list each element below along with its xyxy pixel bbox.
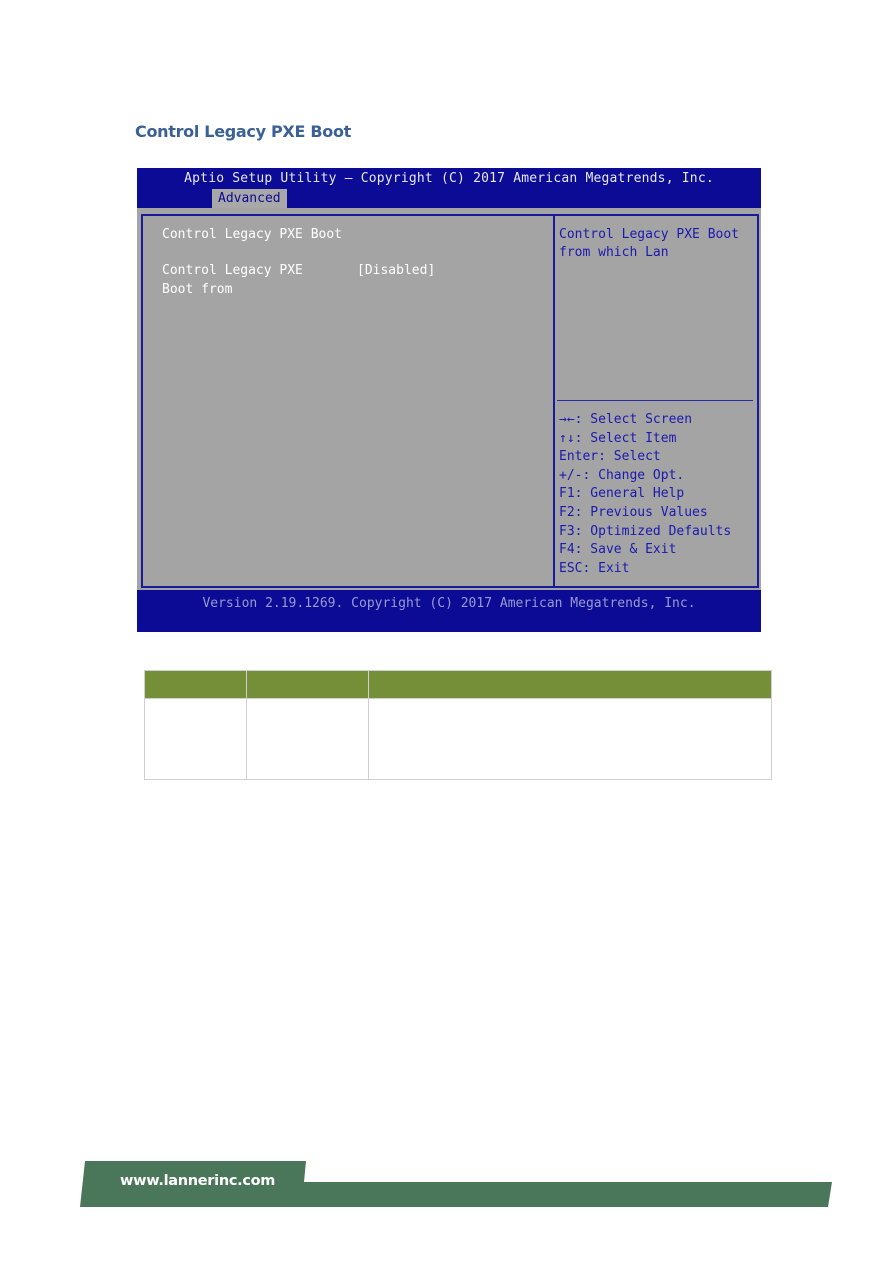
key-action: : Optimized Defaults [574,523,732,539]
key-action: : Select [598,449,661,465]
key-row-f3: F3: Optimized Defaults [559,523,731,542]
footer-url-link[interactable]: www.lannerinc.com [120,1173,275,1189]
key-row-enter: Enter: Select [559,448,731,467]
table-cell [368,698,772,780]
bios-title: Aptio Setup Utility – Copyright (C) 2017… [184,171,714,186]
key-row-select-screen: →←: Select Screen [559,411,731,430]
key-row-change-opt: +/-: Change Opt. [559,467,731,486]
table-header [144,670,247,699]
setting-label[interactable]: Control Legacy PXE [162,262,303,280]
key-action: : Change Opt. [582,467,685,483]
key-action: : Exit [582,560,630,576]
key-action: : Previous Values [574,504,708,520]
key-action: : Save & Exit [574,542,677,558]
key-row-select-item: ↑↓: Select Item [559,430,731,449]
bios-body: Control Legacy PXE Boot Control Legacy P… [137,208,761,590]
table-header-row [144,670,772,699]
table-row [144,698,772,780]
table-header [246,670,369,699]
key-name: F4 [559,542,575,558]
table-cell [246,698,369,780]
setting-label-line2[interactable]: Boot from [162,281,232,299]
key-action: : Select Item [574,430,677,446]
arrows-vertical-icon: ↑↓ [559,430,575,446]
tab-advanced[interactable]: Advanced [212,189,287,208]
key-name: F1 [559,486,575,502]
help-line: from which Lan [559,245,669,260]
page-heading: Control Legacy PXE Boot [162,227,343,242]
help-text: Control Legacy PXE Boot from which Lan [559,226,739,262]
key-row-f1: F1: General Help [559,485,731,504]
key-name: F3 [559,523,575,539]
table-cell [144,698,247,780]
key-name: +/- [559,467,583,483]
section-title: Control Legacy PXE Boot [135,122,351,141]
key-row-f4: F4: Save & Exit [559,541,731,560]
arrows-horizontal-icon: →← [559,412,575,427]
setting-value[interactable]: [Disabled] [357,262,435,280]
bios-screenshot: Aptio Setup Utility – Copyright (C) 2017… [137,168,761,632]
key-legend: →←: Select Screen ↑↓: Select Item Enter:… [559,411,731,578]
help-line: Control Legacy PXE Boot [559,227,740,242]
key-name: ESC [559,560,583,576]
settings-panel: Control Legacy PXE Boot Control Legacy P… [141,214,553,588]
key-action: : Select Screen [574,412,693,427]
key-row-f2: F2: Previous Values [559,504,731,523]
description-table [144,670,772,780]
key-row-esc: ESC: Exit [559,560,731,579]
key-action: : General Help [574,486,685,502]
bios-footer-text: Version 2.19.1269. Copyright (C) 2017 Am… [202,596,696,611]
key-name: Enter [559,449,599,465]
table-header [368,670,772,699]
help-divider [557,400,753,401]
help-panel: Control Legacy PXE Boot from which Lan →… [553,214,759,588]
bios-footer: Version 2.19.1269. Copyright (C) 2017 Am… [137,590,761,632]
bios-header: Aptio Setup Utility – Copyright (C) 2017… [137,168,761,208]
key-name: F2 [559,504,575,520]
